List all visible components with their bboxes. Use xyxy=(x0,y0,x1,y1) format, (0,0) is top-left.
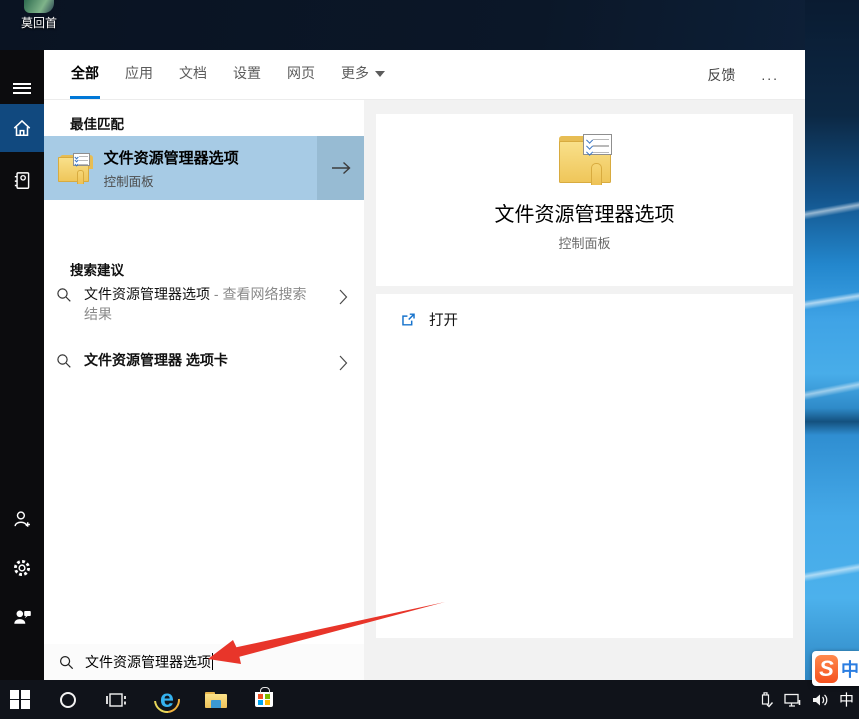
usb-icon xyxy=(758,691,774,709)
suggestion-text: 文件资源管理器选项 - 查看网络搜索结果 xyxy=(84,284,316,324)
hamburger-icon xyxy=(13,80,31,96)
sidebar-item-home[interactable] xyxy=(0,104,44,152)
network-icon xyxy=(783,692,802,708)
search-input[interactable]: 文件资源管理器选项 xyxy=(44,644,364,680)
tabbar-right: 反馈 ... xyxy=(707,50,805,99)
volume-tray-button[interactable] xyxy=(811,692,830,708)
add-user-icon xyxy=(11,508,33,530)
suggestion-text: 文件资源管理器 选项卡 xyxy=(84,350,316,377)
preview-card: 文件资源管理器选项 控制面板 xyxy=(376,114,793,286)
sogou-logo-icon: S xyxy=(815,655,838,683)
search-suggestion-icon xyxy=(44,350,84,377)
home-icon xyxy=(11,117,33,139)
cortana-icon xyxy=(60,692,76,708)
chevron-right-icon xyxy=(338,288,348,306)
preview-pane: 文件资源管理器选项 控制面板 打开 xyxy=(364,100,805,680)
search-tabbar: 全部 应用 文档 设置 网页 更多 反馈 ... xyxy=(44,50,805,100)
sidebar-item-journal[interactable] xyxy=(0,156,44,204)
best-match-header: 最佳匹配 xyxy=(70,113,124,133)
overflow-menu-button[interactable]: ... xyxy=(761,67,779,83)
desktop-shortcut-label: 莫回首 xyxy=(8,14,70,31)
search-suggestion-icon xyxy=(44,284,84,324)
sidebar-item-settings[interactable] xyxy=(0,544,44,592)
sidebar-item-account[interactable] xyxy=(0,495,44,543)
internet-explorer-button[interactable]: e xyxy=(147,680,187,719)
tab-documents[interactable]: 文档 xyxy=(178,50,208,99)
file-explorer-icon xyxy=(205,692,227,708)
start-button[interactable] xyxy=(0,680,40,719)
desktop-shortcut-icon xyxy=(24,0,54,13)
search-input-value: 文件资源管理器选项 xyxy=(85,652,213,672)
chevron-right-icon xyxy=(338,354,348,372)
suggestion-chevron[interactable] xyxy=(338,284,364,324)
best-match-texts: 文件资源管理器选项 控制面板 xyxy=(104,147,239,190)
network-tray-button[interactable] xyxy=(783,692,802,708)
search-sidebar xyxy=(0,50,44,680)
search-tabs: 全部 应用 文档 设置 网页 更多 xyxy=(44,50,410,99)
gear-icon xyxy=(11,557,33,579)
suggestions-header: 搜索建议 xyxy=(70,259,124,279)
results-pane: 最佳匹配 文件资源管理器选项 控制面板 xyxy=(44,100,364,680)
taskbar: e xyxy=(0,680,859,719)
file-explorer-options-icon-large xyxy=(557,133,613,185)
best-match-main[interactable]: 文件资源管理器选项 控制面板 xyxy=(44,136,317,200)
task-view-button[interactable] xyxy=(96,680,136,719)
feedback-person-icon xyxy=(11,605,33,627)
sogou-cn-mode: 中 xyxy=(841,656,859,682)
tab-more-label: 更多 xyxy=(341,65,369,81)
search-panel: 全部 应用 文档 设置 网页 更多 反馈 ... 最佳匹配 xyxy=(0,50,805,680)
preview-title: 文件资源管理器选项 xyxy=(495,198,675,227)
sogou-input-bar[interactable]: S 中 xyxy=(812,651,859,686)
best-match-subtitle: 控制面板 xyxy=(104,171,239,190)
desktop-wallpaper xyxy=(805,0,859,680)
store-icon xyxy=(255,692,273,707)
windows-logo-icon xyxy=(10,690,30,710)
best-match-result[interactable]: 文件资源管理器选项 控制面板 xyxy=(44,136,364,200)
text-caret xyxy=(212,653,213,670)
internet-explorer-icon: e xyxy=(154,687,180,713)
best-match-title: 文件资源管理器选项 xyxy=(104,147,239,168)
open-action-label: 打开 xyxy=(429,309,458,330)
tab-settings[interactable]: 设置 xyxy=(232,50,262,99)
task-view-icon xyxy=(105,690,127,710)
suggestion-item[interactable]: 文件资源管理器 选项卡 xyxy=(44,350,364,377)
open-external-icon xyxy=(400,311,417,328)
usb-tray-button[interactable] xyxy=(758,691,774,709)
cortana-button[interactable] xyxy=(48,680,88,719)
desktop: 莫回首 xyxy=(0,0,859,719)
file-explorer-button[interactable] xyxy=(196,680,236,719)
preview-subtitle: 控制面板 xyxy=(558,233,610,252)
desktop-shortcut[interactable]: 莫回首 xyxy=(8,0,70,31)
chevron-down-icon xyxy=(375,71,385,77)
file-explorer-options-icon xyxy=(57,152,91,183)
suggestion-item[interactable]: 文件资源管理器选项 - 查看网络搜索结果 xyxy=(44,284,364,324)
feedback-button[interactable]: 反馈 xyxy=(707,65,735,85)
sidebar-item-feedback[interactable] xyxy=(0,592,44,640)
ime-indicator[interactable]: 中 xyxy=(839,689,854,710)
search-icon xyxy=(59,655,74,670)
tab-apps[interactable]: 应用 xyxy=(124,50,154,99)
tab-more[interactable]: 更多 xyxy=(340,50,386,99)
preview-actions-card: 打开 xyxy=(376,294,793,638)
speaker-icon xyxy=(811,692,830,708)
tab-all[interactable]: 全部 xyxy=(70,50,100,99)
store-button[interactable] xyxy=(244,680,284,719)
right-arrow-icon xyxy=(330,160,352,176)
suggestion-chevron[interactable] xyxy=(338,350,364,377)
open-action[interactable]: 打开 xyxy=(376,294,793,330)
notebook-icon xyxy=(11,169,33,191)
tab-web[interactable]: 网页 xyxy=(286,50,316,99)
expand-result-button[interactable] xyxy=(317,136,364,200)
